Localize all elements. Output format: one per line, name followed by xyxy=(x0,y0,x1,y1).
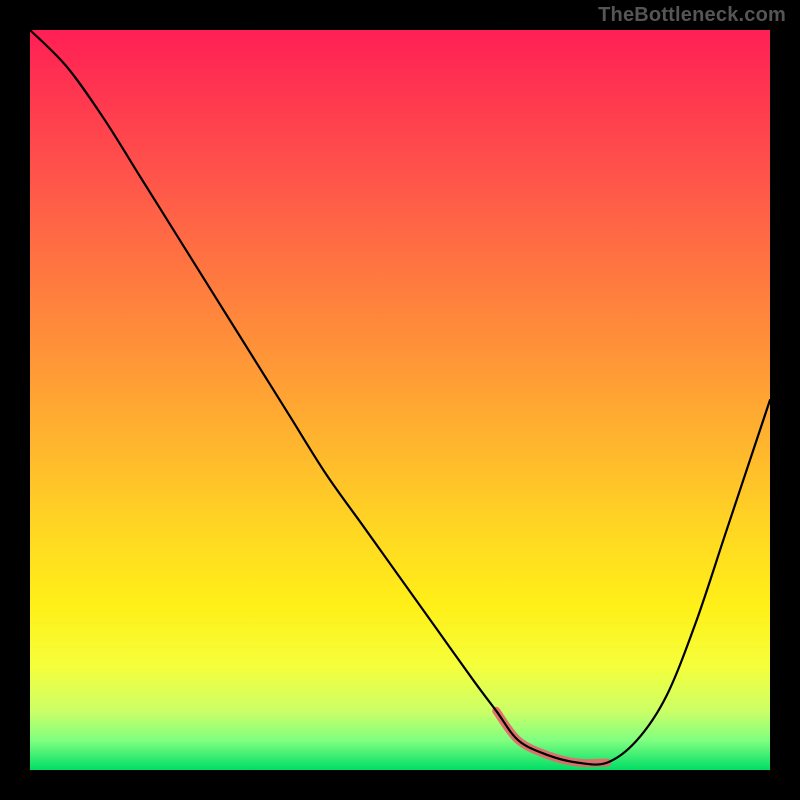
curve-highlight-segment xyxy=(496,711,607,763)
curve-main-line xyxy=(30,30,770,765)
plot-area xyxy=(30,30,770,770)
chart-frame: TheBottleneck.com xyxy=(0,0,800,800)
watermark-text: TheBottleneck.com xyxy=(598,4,786,27)
bottleneck-curve-svg xyxy=(30,30,770,770)
